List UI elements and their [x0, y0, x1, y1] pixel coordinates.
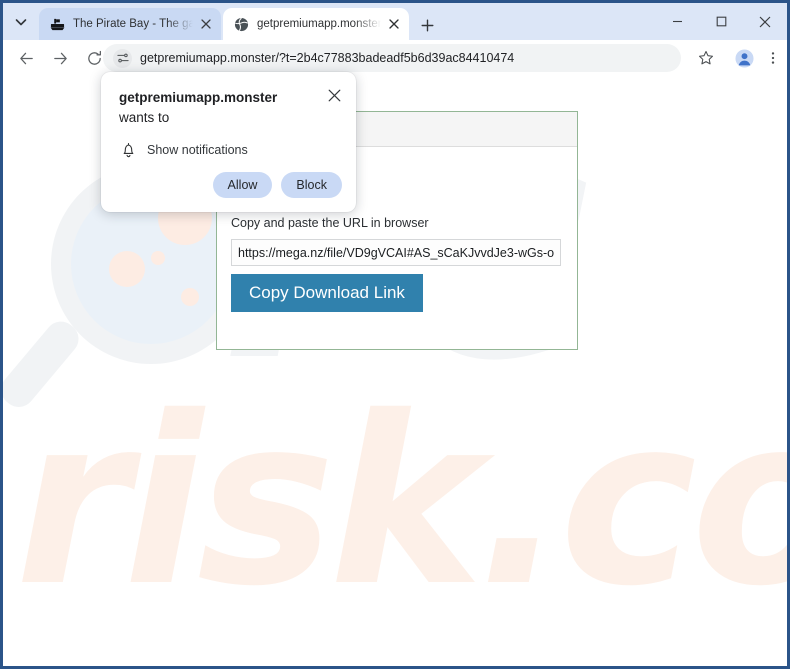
new-tab-button[interactable] — [414, 12, 440, 38]
forward-button[interactable] — [47, 45, 73, 71]
watermark-dot — [151, 251, 165, 265]
close-icon[interactable] — [385, 15, 403, 33]
offer-instruction-text: Copy and paste the URL in browser — [231, 216, 429, 230]
copy-download-link-button[interactable]: Copy Download Link — [231, 274, 423, 312]
permission-actions: Allow Block — [212, 171, 342, 198]
ship-icon — [49, 16, 65, 32]
address-bar-text: getpremiumapp.monster/?t=2b4c77883badead… — [140, 51, 515, 65]
watermark-dot — [109, 251, 145, 287]
permission-origin: getpremiumapp.monster — [119, 90, 278, 105]
window-controls — [655, 3, 787, 40]
globe-icon — [233, 16, 249, 32]
permission-wants-to: wants to — [119, 109, 170, 125]
permission-request-row: Show notifications — [119, 141, 340, 159]
tab-title: getpremiumapp.monster/?t=2b — [257, 18, 381, 30]
close-window-button[interactable] — [743, 3, 787, 40]
chevron-down-icon — [15, 19, 27, 26]
permission-request-label: Show notifications — [147, 143, 248, 158]
arrow-right-icon — [53, 52, 67, 64]
browser-window: The Pirate Bay - The galaxy's m getpremi… — [0, 0, 790, 669]
notification-permission-bubble: getpremiumapp.monster wants to Show noti… — [101, 72, 356, 212]
reload-icon — [87, 50, 101, 65]
block-button[interactable]: Block — [281, 171, 342, 198]
permission-prompt-title: getpremiumapp.monster wants to — [119, 88, 340, 127]
maximize-icon — [716, 16, 726, 27]
tab-strip: The Pirate Bay - The galaxy's m getpremi… — [3, 3, 787, 40]
tab-pirate-bay[interactable]: The Pirate Bay - The galaxy's m — [39, 8, 221, 40]
plus-icon — [421, 19, 433, 31]
site-settings-icon[interactable] — [113, 48, 132, 68]
star-icon — [698, 50, 714, 65]
tab-search-button[interactable] — [8, 9, 34, 35]
close-icon — [759, 16, 771, 27]
tab-getpremiumapp[interactable]: getpremiumapp.monster/?t=2b — [223, 8, 409, 40]
download-url-input[interactable] — [231, 239, 561, 266]
chrome-menu-button[interactable] — [760, 45, 786, 71]
profile-button[interactable] — [731, 45, 757, 71]
permission-close-button[interactable] — [324, 85, 344, 105]
back-button[interactable] — [13, 45, 39, 71]
address-bar[interactable]: getpremiumapp.monster/?t=2b4c77883badead… — [103, 44, 681, 72]
arrow-left-icon — [19, 52, 33, 64]
watermark-dot — [181, 288, 199, 306]
bookmark-button[interactable] — [693, 45, 719, 71]
three-dots-icon — [771, 52, 775, 64]
watermark-text-risk: risk.com — [15, 367, 787, 637]
close-icon[interactable] — [197, 15, 215, 33]
minimize-button[interactable] — [655, 3, 699, 40]
watermark-magnifier-handle — [3, 315, 86, 414]
tab-title: The Pirate Bay - The galaxy's m — [73, 18, 193, 30]
avatar-icon — [734, 48, 754, 68]
close-icon — [328, 89, 340, 101]
maximize-button[interactable] — [699, 3, 743, 40]
allow-button[interactable]: Allow — [212, 171, 273, 198]
bell-icon — [119, 141, 137, 159]
minimize-icon — [672, 20, 682, 23]
